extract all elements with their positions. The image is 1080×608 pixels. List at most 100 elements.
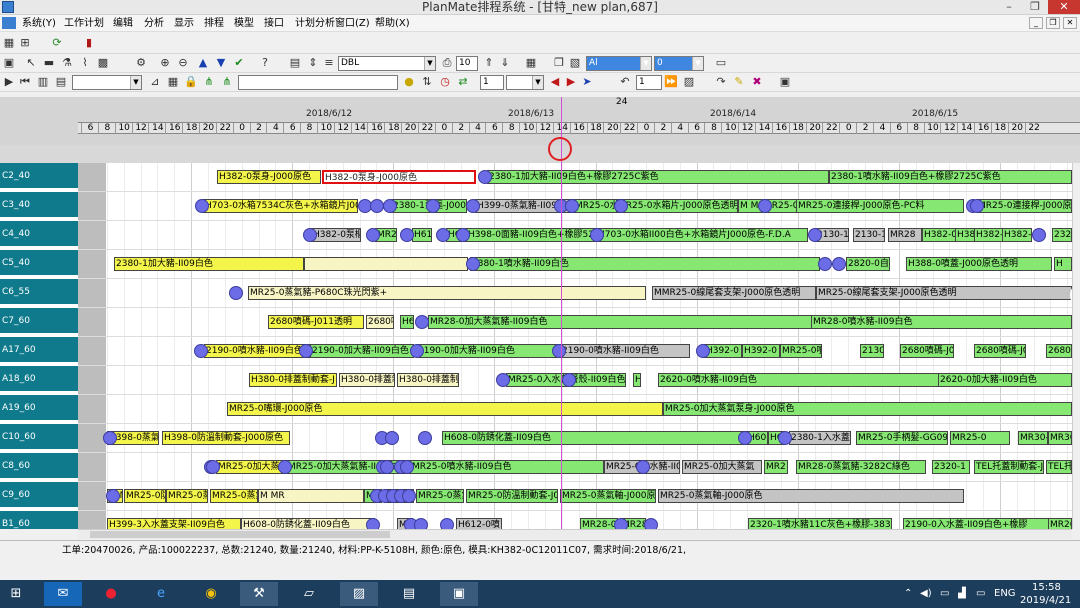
zoom-out-icon[interactable]: ⊖ <box>176 56 190 70</box>
monitor-icon[interactable]: ▭ <box>714 56 728 70</box>
task-bar[interactable]: 2190-0噴水豬-II09白色 <box>560 344 690 358</box>
task-bar[interactable]: MR25-0加大蒸氣泵身-J000原色 <box>663 402 1072 416</box>
tray-arrow-icon[interactable]: ⌃ <box>904 588 912 599</box>
tool-icon[interactable]: ⚗ <box>60 56 74 70</box>
task-bar[interactable]: MR25-0線尾套支架-J000原色透明 <box>816 286 1072 300</box>
mdi-close-button[interactable]: ✕ <box>1063 17 1077 29</box>
task-bar[interactable]: H382-0泵身-J000原色 <box>217 170 321 184</box>
changeover-marker[interactable] <box>103 431 117 445</box>
tools-icon[interactable]: ⚒ <box>240 582 278 606</box>
changeover-marker[interactable] <box>738 431 752 445</box>
changeover-marker[interactable] <box>299 344 313 358</box>
menu-model[interactable]: 模型 <box>234 17 254 30</box>
arrow-left-icon[interactable]: ◀ <box>548 75 562 89</box>
mdi-restore-button[interactable]: ❐ <box>1046 17 1060 29</box>
changeover-marker[interactable] <box>758 199 772 213</box>
windows-start-icon[interactable]: ⊞ <box>0 582 32 606</box>
task-bar[interactable]: MR25-0加大蒸氣 <box>216 460 286 474</box>
mdi-doc-icon[interactable] <box>2 17 16 29</box>
arrange-icon[interactable]: ▩ <box>96 56 110 70</box>
changeover-marker[interactable] <box>1032 228 1046 242</box>
outlook-icon[interactable]: ✉ <box>44 582 82 606</box>
minimize-button[interactable]: – <box>996 0 1022 14</box>
changeover-marker[interactable] <box>426 199 440 213</box>
task-bar[interactable]: MR25-0水 <box>573 199 618 213</box>
task-bar[interactable]: 2680噴碼-J011透明 <box>268 315 364 329</box>
task-bar[interactable]: H398-0防溫制動套-J000原色 <box>162 431 290 445</box>
task-bar[interactable]: MR28-0加大蒸氣豬-II09白色 <box>428 315 814 329</box>
task-bar[interactable]: MR30-0 <box>1018 431 1048 445</box>
menu-work-plan[interactable]: 工作计划 <box>64 17 104 30</box>
grid-icon[interactable]: ▦ <box>2 36 16 50</box>
filter-combo[interactable]: ▼ <box>72 75 142 90</box>
task-bar[interactable]: 2680噴碼-J011透明 <box>900 344 954 358</box>
task-bar[interactable]: 2190-0噴水豬-II09白色 <box>204 344 310 358</box>
dbl-combo[interactable]: DBL ▼ <box>338 56 436 71</box>
ohh-icon[interactable]: ⇄ <box>456 75 470 89</box>
changeover-marker[interactable] <box>206 460 220 474</box>
changeover-marker[interactable] <box>496 373 510 387</box>
menu-help[interactable]: 帮助(X) <box>375 17 410 30</box>
task-bar[interactable]: 2320 <box>1052 228 1072 242</box>
changeover-marker[interactable] <box>414 518 428 529</box>
changeover-marker[interactable] <box>778 431 792 445</box>
task-bar[interactable]: H388-0噴蓋-J000原色透明 <box>906 257 1052 271</box>
task-bar[interactable]: MR28-0線 <box>580 518 618 529</box>
changeover-marker[interactable] <box>466 199 480 213</box>
filter-icon[interactable]: ⊿ <box>148 75 162 89</box>
clock-time[interactable]: 15:58 <box>1032 582 1061 593</box>
changeover-marker[interactable] <box>696 344 710 358</box>
page-icon[interactable]: ▣ <box>2 56 16 70</box>
changeover-marker[interactable] <box>278 460 292 474</box>
changeover-marker[interactable] <box>818 257 832 271</box>
network-icon[interactable]: ▟ <box>958 588 966 599</box>
arrow-up-icon[interactable]: ▲ <box>196 56 210 70</box>
wand-icon[interactable]: ✎ <box>732 75 746 89</box>
menu-edit[interactable]: 编辑 <box>113 17 133 30</box>
chart-icon[interactable]: ▥ <box>36 75 50 89</box>
arrow-down-icon[interactable]: ▼ <box>214 56 228 70</box>
num-field-3[interactable]: 1 <box>636 75 662 90</box>
changeover-marker[interactable] <box>440 518 454 529</box>
lock2-icon[interactable]: 🔒 <box>184 75 198 89</box>
task-bar[interactable]: H382-0 <box>974 228 1004 242</box>
changeover-marker[interactable] <box>366 518 380 529</box>
task-bar[interactable]: MR25-0手柄髮-GG09 <box>856 431 948 445</box>
task-bar[interactable]: MR25-0蒸 <box>166 489 208 503</box>
image-icon[interactable]: ▨ <box>682 75 696 89</box>
changeover-marker[interactable] <box>366 228 380 242</box>
task-bar[interactable]: H398-0面豬-II09白色+橡膠527 <box>466 228 596 242</box>
num-field[interactable]: 10 <box>456 56 478 71</box>
task-bar[interactable]: M MR <box>258 489 364 503</box>
task-bar[interactable]: MR25-0噴 <box>780 344 822 358</box>
tree-icon[interactable]: ⊞ <box>18 36 32 50</box>
changeover-marker[interactable] <box>229 286 243 300</box>
tray-monitor-icon[interactable]: ▭ <box>976 588 985 599</box>
scroll-thumb[interactable] <box>90 531 390 538</box>
task-bar[interactable]: 2320-1噴水豬11C灰色+橡膠-383C綠 <box>748 518 892 529</box>
machine-label[interactable]: C6_55 <box>0 279 78 306</box>
tree-split-icon[interactable]: ⋔ <box>202 75 216 89</box>
task-bar[interactable]: H612-0噴 <box>456 518 502 529</box>
coin-icon[interactable]: ● <box>402 75 416 89</box>
menu-plan-analysis-window[interactable]: 计划分析窗口(Z) <box>295 17 370 30</box>
task-bar[interactable]: 2680噴碼-J011透明 <box>974 344 1026 358</box>
task-bar[interactable]: H380-0排蓋制動套-J <box>249 373 337 387</box>
up-icon[interactable]: ⇑ <box>482 56 496 70</box>
task-bar[interactable]: 2620-0噴水豬-II09白色 <box>658 373 942 387</box>
changeover-marker[interactable] <box>410 344 424 358</box>
task-bar[interactable]: MR28-0蒸氣豬-3282C綠色 <box>796 460 926 474</box>
changeover-marker[interactable] <box>106 489 120 503</box>
arrow-right-icon[interactable]: ▶ <box>564 75 578 89</box>
changeover-marker[interactable] <box>436 228 450 242</box>
machine-label[interactable]: C4_40 <box>0 221 78 248</box>
changeover-marker[interactable] <box>415 315 429 329</box>
combo-a[interactable]: Al ▼ <box>586 56 652 71</box>
changeover-marker[interactable] <box>370 199 384 213</box>
task-bar[interactable]: MR25-0防 <box>124 489 166 503</box>
forward-icon[interactable]: ⏩ <box>664 75 678 89</box>
task-bar[interactable] <box>304 257 468 271</box>
changeover-marker[interactable] <box>565 199 579 213</box>
task-bar[interactable]: 2320-1 <box>932 460 970 474</box>
battery-icon[interactable]: ▭ <box>940 588 949 599</box>
